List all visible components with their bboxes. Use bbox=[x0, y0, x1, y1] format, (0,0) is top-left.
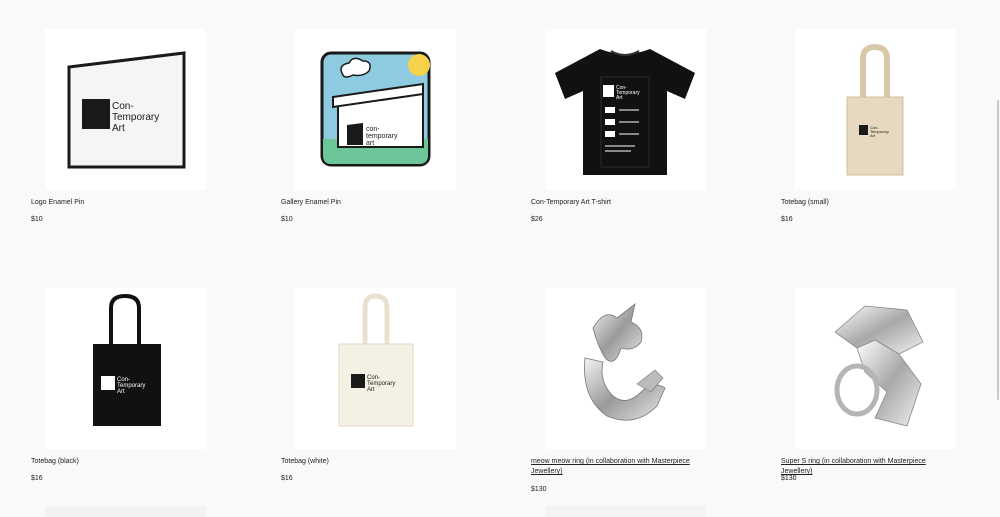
product-title[interactable]: Logo Enamel Pin bbox=[31, 198, 84, 208]
pin-logo-line1: Con- bbox=[112, 101, 134, 112]
tote-black-logo-line3: Art bbox=[117, 389, 125, 395]
tshirt-logo-line3: Art bbox=[616, 95, 623, 101]
product-title[interactable]: Gallery Enamel Pin bbox=[281, 198, 341, 208]
product-title[interactable]: meow meow ring (in collaboration with Ma… bbox=[531, 457, 701, 477]
totebag-black-image[interactable]: Con- Temporary Art bbox=[45, 288, 206, 449]
tshirt-image[interactable]: Con- Temporary Art bbox=[545, 29, 706, 190]
gallery-pin-line2: temporary bbox=[366, 133, 398, 140]
gallery-enamel-pin-image[interactable]: con- temporary art bbox=[295, 29, 456, 190]
product-title[interactable]: Totebag (black) bbox=[31, 457, 79, 467]
meow-ring-image[interactable] bbox=[545, 288, 706, 449]
product-price: $16 bbox=[781, 216, 793, 223]
totebag-small-image[interactable]: Con- Temporary Art bbox=[795, 29, 956, 190]
pin-logo-line3: Art bbox=[112, 123, 125, 134]
scrollbar[interactable] bbox=[997, 100, 999, 400]
product-price: $130 bbox=[781, 475, 797, 482]
totebag-white-image[interactable]: Con- Temporary Art bbox=[295, 288, 456, 449]
tote-small-logo-line3: Art bbox=[870, 133, 876, 138]
product-price: $26 bbox=[531, 216, 543, 223]
product-title[interactable]: Totebag (white) bbox=[281, 457, 329, 467]
gallery-pin-line3: art bbox=[366, 140, 374, 147]
pin-logo-line2: Temporary bbox=[112, 112, 159, 123]
product-price: $130 bbox=[531, 486, 547, 493]
gallery-pin-line1: con- bbox=[366, 126, 380, 133]
product-title[interactable]: Super S ring (in collaboration with Mast… bbox=[781, 457, 951, 477]
product-price: $10 bbox=[31, 216, 43, 223]
product-price: $16 bbox=[31, 475, 43, 482]
product-title[interactable]: Con-Temporary Art T-shirt bbox=[531, 198, 611, 208]
product-grid: Con- Temporary Art Logo Enamel Pin $10 c… bbox=[0, 0, 1000, 517]
product-title[interactable]: Totebag (small) bbox=[781, 198, 829, 208]
next-row-image-peek bbox=[45, 506, 206, 517]
product-price: $10 bbox=[281, 216, 293, 223]
next-row-image-peek bbox=[545, 506, 706, 517]
logo-enamel-pin-image[interactable]: Con- Temporary Art bbox=[45, 29, 206, 190]
product-price: $16 bbox=[281, 475, 293, 482]
super-s-ring-image[interactable] bbox=[795, 288, 956, 449]
tote-white-logo-line3: Art bbox=[367, 387, 375, 393]
